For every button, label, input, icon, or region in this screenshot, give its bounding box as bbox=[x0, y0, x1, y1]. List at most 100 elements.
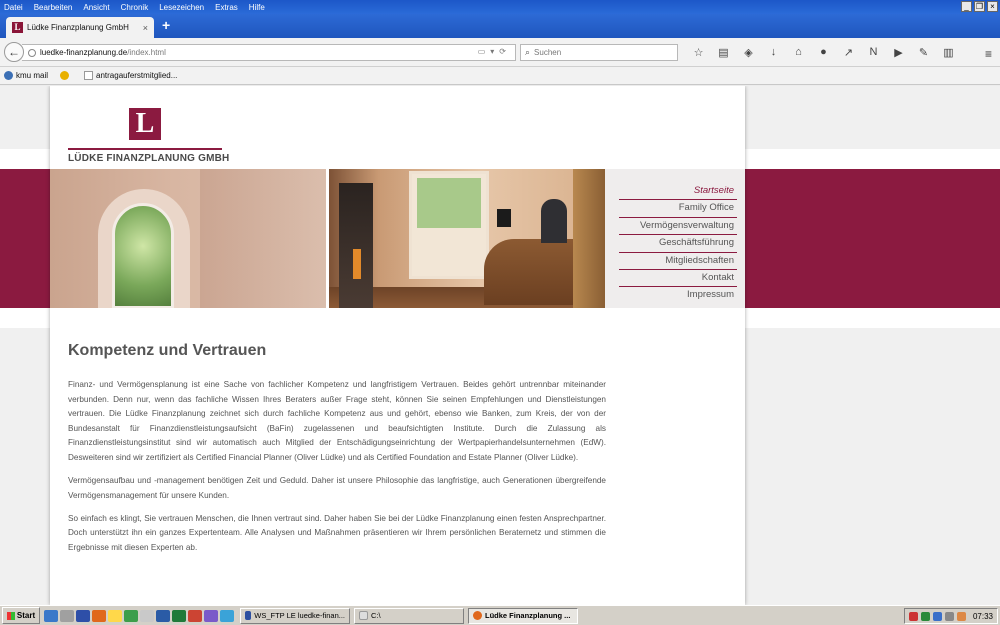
header-photo-office bbox=[329, 169, 605, 308]
task-label: Lüdke Finanzplanung ... bbox=[485, 611, 571, 620]
photo-door-glass bbox=[417, 178, 481, 228]
app-icon[interactable] bbox=[188, 609, 202, 622]
back-button[interactable]: ← bbox=[4, 42, 24, 62]
drive-icon bbox=[359, 611, 368, 620]
nav-toolbar: luedke-finanzplanung.de/index.html ▭▾⟳ ←… bbox=[0, 38, 1000, 67]
task-firefox[interactable]: Lüdke Finanzplanung ... bbox=[468, 607, 578, 624]
bookmark-antrag[interactable]: antragauferstmitglied... bbox=[84, 71, 177, 80]
download-icon[interactable]: ↓ bbox=[761, 46, 786, 59]
home-icon[interactable]: ⌂ bbox=[786, 46, 811, 59]
firefox-icon[interactable] bbox=[92, 609, 106, 622]
menu-hilfe[interactable]: Hilfe bbox=[243, 3, 270, 12]
globe-icon bbox=[28, 48, 36, 57]
url-path: /index.html bbox=[127, 48, 166, 57]
page-container: L LÜDKE FINANZPLANUNG GMBH Startseite Fa… bbox=[50, 86, 745, 605]
search-placeholder: Suchen bbox=[534, 48, 562, 57]
menu-chronik[interactable]: Chronik bbox=[115, 3, 154, 12]
photo-stove bbox=[339, 183, 373, 308]
extension-icon[interactable]: ✎ bbox=[911, 46, 936, 59]
nav-impressum[interactable]: Impressum bbox=[619, 287, 737, 304]
logo-text: LÜDKE FINANZPLANUNG GMBH bbox=[68, 153, 230, 164]
menu-hamburger-icon[interactable]: ≡ bbox=[985, 47, 992, 61]
task-wsftp[interactable]: WS_FTP LE luedke-finan... bbox=[240, 607, 350, 624]
site-navigation: Startseite Family Office Vermögensverwal… bbox=[605, 169, 745, 308]
pocket-icon[interactable]: ◈ bbox=[736, 46, 761, 59]
page-icon bbox=[84, 71, 94, 80]
explorer-icon[interactable] bbox=[60, 609, 74, 622]
app-icon[interactable] bbox=[140, 609, 154, 622]
start-label: Start bbox=[16, 611, 36, 620]
system-tray: 07:33 bbox=[903, 608, 998, 624]
photo-person bbox=[541, 199, 567, 243]
ie-icon[interactable] bbox=[44, 609, 58, 622]
windows-logo-icon bbox=[6, 611, 15, 620]
nav-kontakt[interactable]: Kontakt bbox=[619, 270, 737, 288]
new-tab-button[interactable]: + bbox=[162, 17, 170, 33]
menu-lesezeichen[interactable]: Lesezeichen bbox=[153, 3, 209, 12]
photo-fire bbox=[353, 249, 361, 279]
close-window-icon[interactable]: × bbox=[987, 1, 998, 12]
clock: 07:33 bbox=[972, 611, 993, 621]
site-favicon-icon: L bbox=[12, 22, 23, 33]
search-icon: ⌕ bbox=[525, 47, 531, 57]
menu-bearbeiten[interactable]: Bearbeiten bbox=[28, 3, 78, 12]
body-paragraph: Finanz- und Vermögensplanung ist eine Sa… bbox=[68, 380, 606, 462]
task-explorer[interactable]: C:\ bbox=[354, 607, 464, 624]
pin-icon[interactable]: ↗ bbox=[836, 46, 861, 59]
tray-icon[interactable] bbox=[956, 611, 966, 621]
bookmark-label: kmu mail bbox=[16, 71, 49, 80]
app-icon[interactable] bbox=[124, 609, 138, 622]
extension-bookmark-icon bbox=[60, 71, 70, 80]
task-label: C:\ bbox=[371, 611, 381, 620]
menu-ansicht[interactable]: Ansicht bbox=[77, 3, 114, 12]
nav-geschaeftsfuehrung[interactable]: Geschäftsführung bbox=[619, 235, 737, 253]
restore-icon[interactable]: ❐ bbox=[974, 1, 985, 12]
start-button[interactable]: Start bbox=[2, 607, 40, 624]
menu-extras[interactable]: Extras bbox=[209, 3, 243, 12]
app-icon[interactable] bbox=[204, 609, 218, 622]
app-icon[interactable] bbox=[220, 609, 234, 622]
tab-active[interactable]: L Lüdke Finanzplanung GmbH × bbox=[6, 17, 154, 38]
nav-startseite[interactable]: Startseite bbox=[619, 183, 737, 201]
page-viewport: L LÜDKE FINANZPLANUNG GMBH Startseite Fa… bbox=[0, 86, 1000, 605]
clipboard-icon[interactable]: ▥ bbox=[936, 46, 961, 59]
photo-door bbox=[409, 171, 489, 279]
url-bar[interactable]: luedke-finanzplanung.de/index.html ▭▾⟳ bbox=[22, 44, 516, 61]
url-action-icons: ▭▾⟳ bbox=[477, 47, 511, 56]
folder-icon[interactable] bbox=[108, 609, 122, 622]
tab-close-icon[interactable]: × bbox=[143, 23, 148, 33]
reading-list-icon[interactable]: ▤ bbox=[711, 46, 736, 59]
nav-mitgliedschaften[interactable]: Mitgliedschaften bbox=[619, 253, 737, 270]
back-arrow-icon: ← bbox=[8, 45, 20, 59]
body-paragraph: Vermögensaufbau und -management benötige… bbox=[68, 476, 606, 500]
youtube-icon[interactable]: ▶ bbox=[886, 46, 911, 59]
nav-family-office[interactable]: Family Office bbox=[619, 200, 737, 218]
tray-icon[interactable] bbox=[908, 611, 918, 621]
app-icon[interactable] bbox=[76, 609, 90, 622]
kmu-mail-icon bbox=[4, 71, 13, 80]
bookmark-kmu-mail[interactable]: kmu mail bbox=[4, 71, 48, 80]
minimize-icon[interactable]: _ bbox=[961, 1, 972, 12]
search-input[interactable]: ⌕ Suchen bbox=[520, 44, 678, 61]
quick-launch bbox=[44, 609, 236, 622]
tab-title: Lüdke Finanzplanung GmbH bbox=[27, 23, 129, 32]
page-title: Kompetenz und Vertrauen bbox=[68, 342, 267, 359]
main-content: Kompetenz und Vertrauen Finanz- und Verm… bbox=[68, 342, 606, 564]
bookmark-label: antragauferstmitglied... bbox=[96, 71, 178, 80]
bookmark-extension[interactable] bbox=[60, 71, 72, 80]
onenote-icon[interactable]: N bbox=[861, 46, 886, 59]
word-icon[interactable] bbox=[156, 609, 170, 622]
menu-datei[interactable]: Datei bbox=[0, 3, 28, 12]
photo-monitor bbox=[497, 209, 511, 227]
volume-icon[interactable] bbox=[944, 611, 954, 621]
excel-icon[interactable] bbox=[172, 609, 186, 622]
tray-icon[interactable] bbox=[920, 611, 930, 621]
bookmark-star-icon[interactable]: ☆ bbox=[686, 46, 711, 59]
chat-icon[interactable]: ● bbox=[811, 46, 836, 59]
photo-desk bbox=[484, 239, 574, 305]
photo-window bbox=[112, 203, 174, 308]
window-controls: _ ❐ × bbox=[961, 1, 998, 12]
firefox-icon bbox=[473, 611, 482, 620]
tray-icon[interactable] bbox=[932, 611, 942, 621]
nav-vermoegensverwaltung[interactable]: Vermögensverwaltung bbox=[619, 218, 737, 236]
